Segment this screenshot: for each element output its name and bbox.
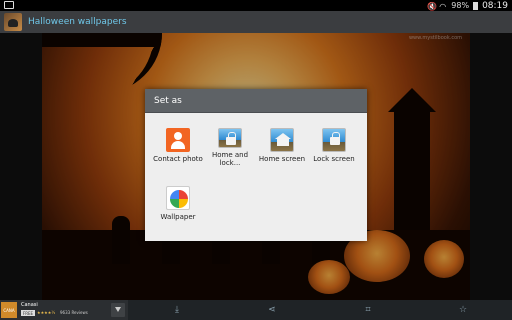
- option-home-and-lock[interactable]: Home and lock...: [205, 113, 255, 167]
- home-and-lock-icon: [218, 128, 242, 148]
- option-wallpaper[interactable]: Wallpaper: [153, 171, 203, 225]
- home-screen-icon: [270, 128, 294, 152]
- mute-icon: 🔇: [427, 1, 438, 11]
- option-contact-photo[interactable]: Contact photo: [153, 113, 203, 167]
- battery-percentage: 98%: [451, 1, 470, 10]
- option-label: Lock screen: [313, 155, 355, 163]
- option-home-screen[interactable]: Home screen: [257, 113, 307, 167]
- set-as-dialog: Set as Contact photo Home and lock... Ho…: [145, 89, 367, 241]
- ad-free-badge: FREE: [21, 310, 35, 316]
- dialog-header: Set as: [145, 89, 367, 113]
- ad-rating-stars: ★★★★½: [37, 310, 56, 315]
- option-label: Home screen: [258, 155, 306, 163]
- crop-icon[interactable]: ⌗: [353, 300, 383, 320]
- contact-photo-icon: [166, 128, 190, 152]
- clock: 08:19: [482, 0, 508, 11]
- app-icon[interactable]: [4, 13, 22, 31]
- favorite-icon[interactable]: ☆: [448, 300, 478, 320]
- ad-banner[interactable]: CANA Canasi FREE ★★★★½ 9633 Reviews: [0, 300, 128, 320]
- set-as-options: Contact photo Home and lock... Home scre…: [145, 113, 367, 241]
- option-label: Contact photo: [153, 155, 203, 163]
- status-bar: 🔇 ◠ 98% 08:19: [0, 0, 512, 11]
- bottom-bar: CANA Canasi FREE ★★★★½ 9633 Reviews ⤓ ⋖ …: [0, 300, 512, 320]
- ad-logo: CANA: [1, 302, 17, 318]
- ad-title: Canasi: [21, 302, 38, 308]
- download-icon[interactable]: ⤓: [162, 300, 192, 320]
- ad-install-button[interactable]: [111, 303, 125, 317]
- gallery-notification-icon: [4, 1, 14, 9]
- battery-icon: [473, 1, 479, 10]
- share-icon[interactable]: ⋖: [257, 300, 287, 320]
- option-label: Wallpaper: [160, 213, 196, 221]
- option-label: Home and lock...: [211, 151, 249, 167]
- ad-review-count: 9633 Reviews: [60, 310, 88, 315]
- app-title: Halloween wallpapers: [28, 17, 127, 27]
- action-bar: Halloween wallpapers: [0, 11, 512, 33]
- wifi-icon: ◠: [439, 1, 447, 11]
- wallpaper-icon: [166, 186, 190, 210]
- lock-screen-icon: [322, 128, 346, 152]
- option-lock-screen[interactable]: Lock screen: [309, 113, 359, 167]
- status-indicators: 🔇 ◠ 98% 08:19: [427, 0, 508, 11]
- dialog-title: Set as: [154, 95, 182, 106]
